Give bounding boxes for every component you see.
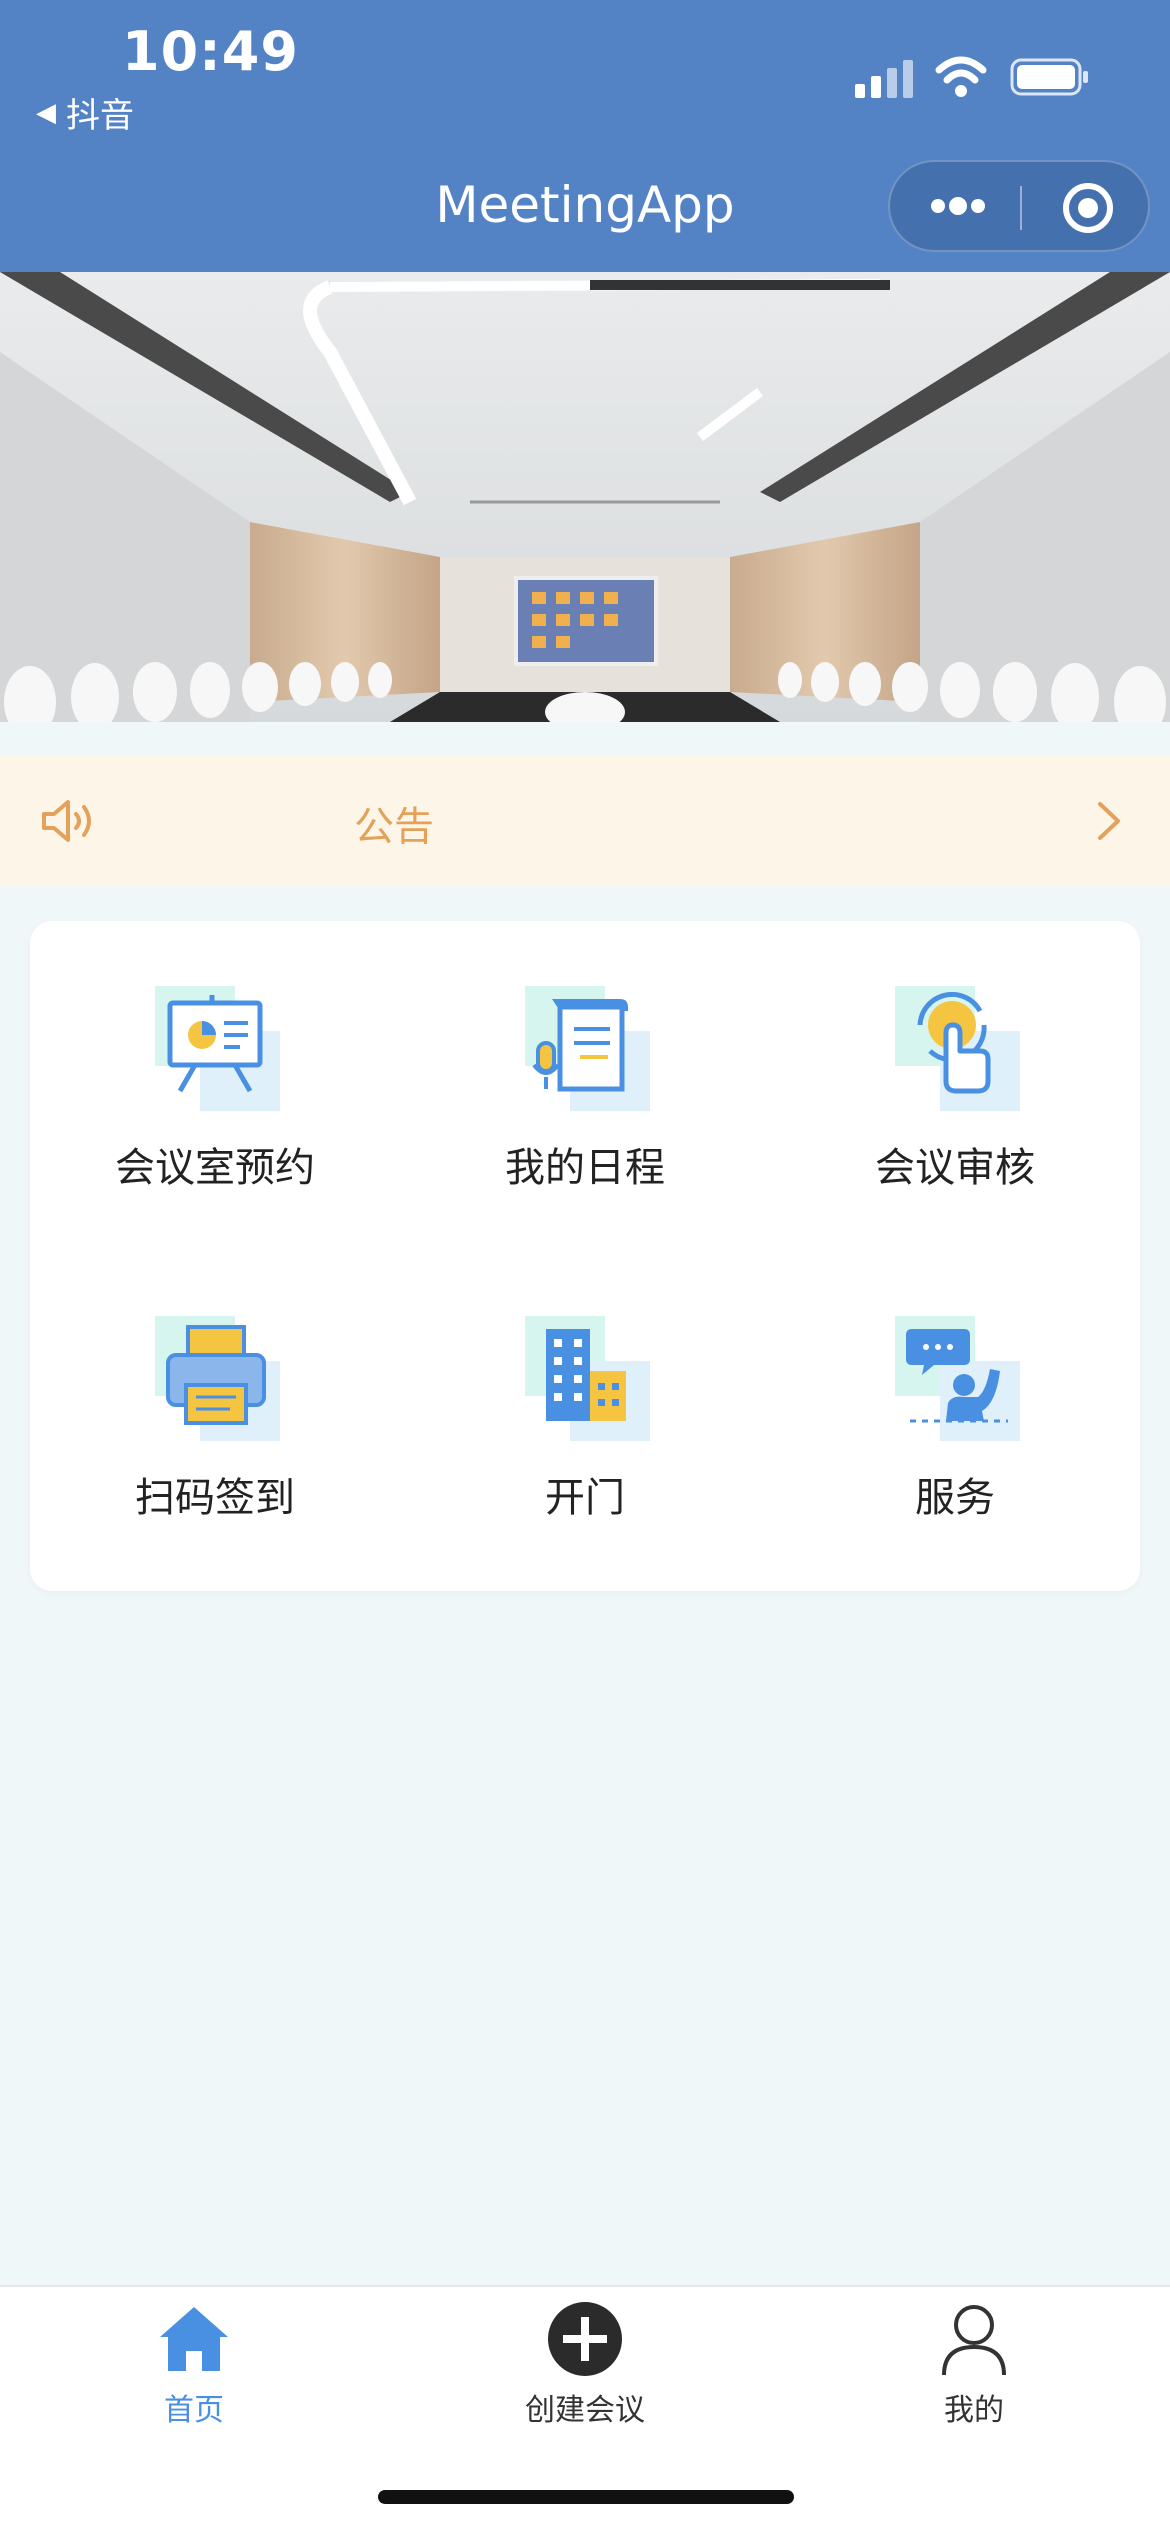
feature-label: 开门 bbox=[545, 1475, 625, 1521]
feature-service[interactable]: 服务 bbox=[785, 1251, 1155, 1551]
announcement-label: 公告 bbox=[354, 804, 434, 850]
feature-open-door[interactable]: 开门 bbox=[415, 1251, 785, 1551]
feature-label: 服务 bbox=[915, 1475, 995, 1521]
printer-icon bbox=[155, 1316, 280, 1441]
customer-service-icon bbox=[895, 1316, 1020, 1441]
battery-icon bbox=[1010, 58, 1088, 96]
more-dots-icon[interactable] bbox=[928, 184, 988, 228]
miniprogram-capsule bbox=[888, 160, 1150, 252]
feature-room-booking[interactable]: 会议室预约 bbox=[45, 921, 415, 1221]
announcement-bar[interactable]: 公告 bbox=[0, 756, 1170, 886]
feature-label: 扫码签到 bbox=[135, 1475, 295, 1521]
feature-label: 会议审核 bbox=[875, 1145, 1035, 1191]
conference-room-image bbox=[0, 272, 1170, 722]
wifi-icon bbox=[935, 56, 987, 97]
back-app-label: 抖音 bbox=[66, 96, 134, 136]
conference-room-banner[interactable] bbox=[0, 272, 1170, 722]
back-triangle-icon: ◀ bbox=[36, 97, 56, 128]
top-bar: 10:49 ◀ 抖音 MeetingApp bbox=[0, 0, 1170, 272]
feature-label: 我的日程 bbox=[505, 1145, 665, 1191]
feature-meeting-review[interactable]: 会议审核 bbox=[785, 921, 1155, 1221]
close-target-icon[interactable] bbox=[1062, 182, 1114, 234]
speaker-icon bbox=[42, 800, 91, 842]
feature-scan-checkin[interactable]: 扫码签到 bbox=[45, 1251, 415, 1551]
tab-label: 创建会议 bbox=[525, 2393, 645, 2428]
building-icon bbox=[525, 1316, 650, 1441]
tab-label: 首页 bbox=[164, 2393, 224, 2428]
home-icon bbox=[160, 2307, 228, 2371]
plus-circle-icon bbox=[548, 2302, 622, 2376]
feature-grid-card: 会议室预约 我的日程 会议审核 扫码签到 开门 服务 bbox=[30, 921, 1140, 1591]
presentation-board-icon bbox=[155, 986, 280, 1111]
tap-approve-icon bbox=[895, 986, 1020, 1111]
status-time: 10:49 bbox=[122, 20, 299, 83]
chevron-right-icon bbox=[1098, 802, 1120, 840]
capsule-divider bbox=[1020, 186, 1022, 230]
user-icon bbox=[942, 2305, 1006, 2376]
cellular-signal-icon bbox=[855, 60, 913, 98]
tab-home[interactable]: 首页 bbox=[44, 2301, 344, 2429]
home-indicator[interactable] bbox=[378, 2490, 794, 2504]
feature-label: 会议室预约 bbox=[115, 1145, 315, 1191]
feature-my-schedule[interactable]: 我的日程 bbox=[415, 921, 785, 1221]
schedule-document-icon bbox=[525, 986, 650, 1111]
back-to-app-link[interactable]: ◀ 抖音 bbox=[36, 88, 134, 137]
tab-mine[interactable]: 我的 bbox=[824, 2301, 1124, 2429]
tab-label: 我的 bbox=[944, 2393, 1004, 2428]
tab-create-meeting[interactable]: 创建会议 bbox=[435, 2301, 735, 2429]
